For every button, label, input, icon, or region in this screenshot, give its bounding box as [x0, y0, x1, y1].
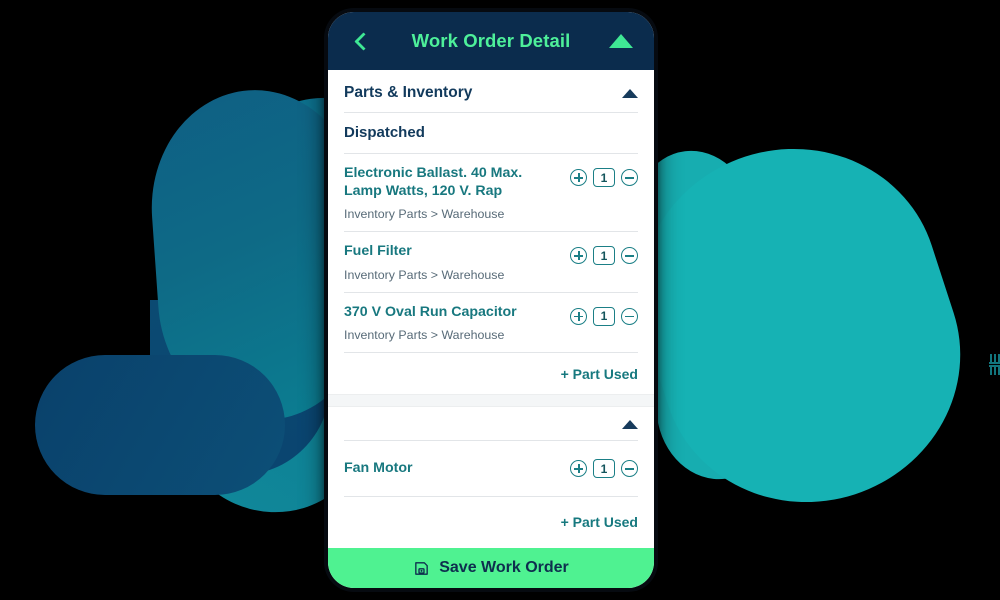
minus-circle-icon[interactable]	[621, 247, 638, 265]
phone-mockup: Work Order Detail Parts & Inventory Disp…	[328, 12, 654, 588]
add-part-used-row[interactable]: + Part Used	[328, 353, 654, 394]
list-item[interactable]: Fan Motor 1	[328, 441, 654, 496]
back-button[interactable]	[346, 26, 376, 56]
minus-circle-icon[interactable]	[621, 460, 638, 478]
quantity-value[interactable]: 1	[593, 459, 615, 479]
plus-circle-icon[interactable]	[570, 307, 587, 325]
work-order-body[interactable]: Parts & Inventory Dispatched Electronic …	[328, 70, 654, 548]
part-name[interactable]: 370 V Oval Run Capacitor	[344, 304, 560, 322]
part-info: 370 V Oval Run Capacitor Inventory Parts…	[344, 304, 560, 343]
part-location-path: Inventory Parts > Warehouse	[344, 328, 505, 343]
section-title: Parts & Inventory	[344, 84, 473, 101]
triangle-up-icon[interactable]	[622, 420, 638, 430]
triangle-up-icon[interactable]	[622, 88, 638, 98]
app-header: Work Order Detail	[328, 12, 654, 70]
section-subheader-dispatched: Dispatched	[344, 124, 425, 141]
section-header-secondary[interactable]	[328, 407, 654, 440]
save-work-order-button[interactable]: Save Work Order	[328, 548, 654, 588]
plus-circle-icon[interactable]	[570, 460, 587, 478]
quantity-value[interactable]: 1	[593, 306, 615, 326]
save-work-order-label: Save Work Order	[439, 559, 569, 576]
quantity-stepper[interactable]: 1	[570, 459, 638, 479]
background-blob-blue-foot	[35, 355, 285, 495]
minus-circle-icon[interactable]	[621, 169, 638, 186]
section-separator-band	[328, 394, 654, 408]
part-info: Fuel Filter Inventory Parts > Warehouse	[344, 243, 560, 282]
quantity-value[interactable]: 1	[593, 246, 615, 266]
screenshot-canvas: Work Order Detail Parts & Inventory Disp…	[0, 0, 1000, 600]
floppy-disk-icon	[415, 561, 429, 575]
section-header-parts-inventory[interactable]: Parts & Inventory	[328, 70, 654, 112]
quantity-stepper[interactable]: 1	[570, 165, 638, 187]
add-part-used-button[interactable]: + Part Used	[561, 366, 638, 382]
minus-circle-icon[interactable]	[621, 307, 638, 325]
part-location-path: Inventory Parts > Warehouse	[344, 267, 505, 282]
list-item[interactable]: 370 V Oval Run Capacitor Inventory Parts…	[328, 293, 654, 352]
part-name[interactable]: Fan Motor	[344, 460, 560, 478]
part-info: Fan Motor	[344, 460, 560, 478]
drag-handle-icon[interactable]	[988, 352, 1000, 378]
chevron-left-icon	[354, 31, 373, 51]
quantity-stepper[interactable]: 1	[570, 243, 638, 266]
part-location-path: Inventory Parts > Warehouse	[344, 207, 505, 222]
header-collapse-button[interactable]	[606, 26, 636, 56]
plus-circle-icon[interactable]	[570, 169, 587, 186]
part-name[interactable]: Electronic Ballast. 40 Max. Lamp Watts, …	[344, 165, 560, 200]
part-info: Electronic Ballast. 40 Max. Lamp Watts, …	[344, 165, 560, 222]
list-item[interactable]: Fuel Filter Inventory Parts > Warehouse …	[328, 232, 654, 291]
add-part-used-button[interactable]: + Part Used	[561, 514, 638, 530]
quantity-value[interactable]: 1	[593, 168, 615, 187]
part-name[interactable]: Fuel Filter	[344, 243, 560, 261]
drag-handle-glyph	[989, 354, 1000, 375]
triangle-up-icon	[609, 34, 633, 48]
page-title: Work Order Detail	[411, 30, 571, 51]
quantity-stepper[interactable]: 1	[570, 304, 638, 326]
add-part-used-row[interactable]: + Part Used	[328, 497, 654, 542]
plus-circle-icon[interactable]	[570, 247, 587, 265]
list-item[interactable]: Electronic Ballast. 40 Max. Lamp Watts, …	[328, 154, 654, 231]
